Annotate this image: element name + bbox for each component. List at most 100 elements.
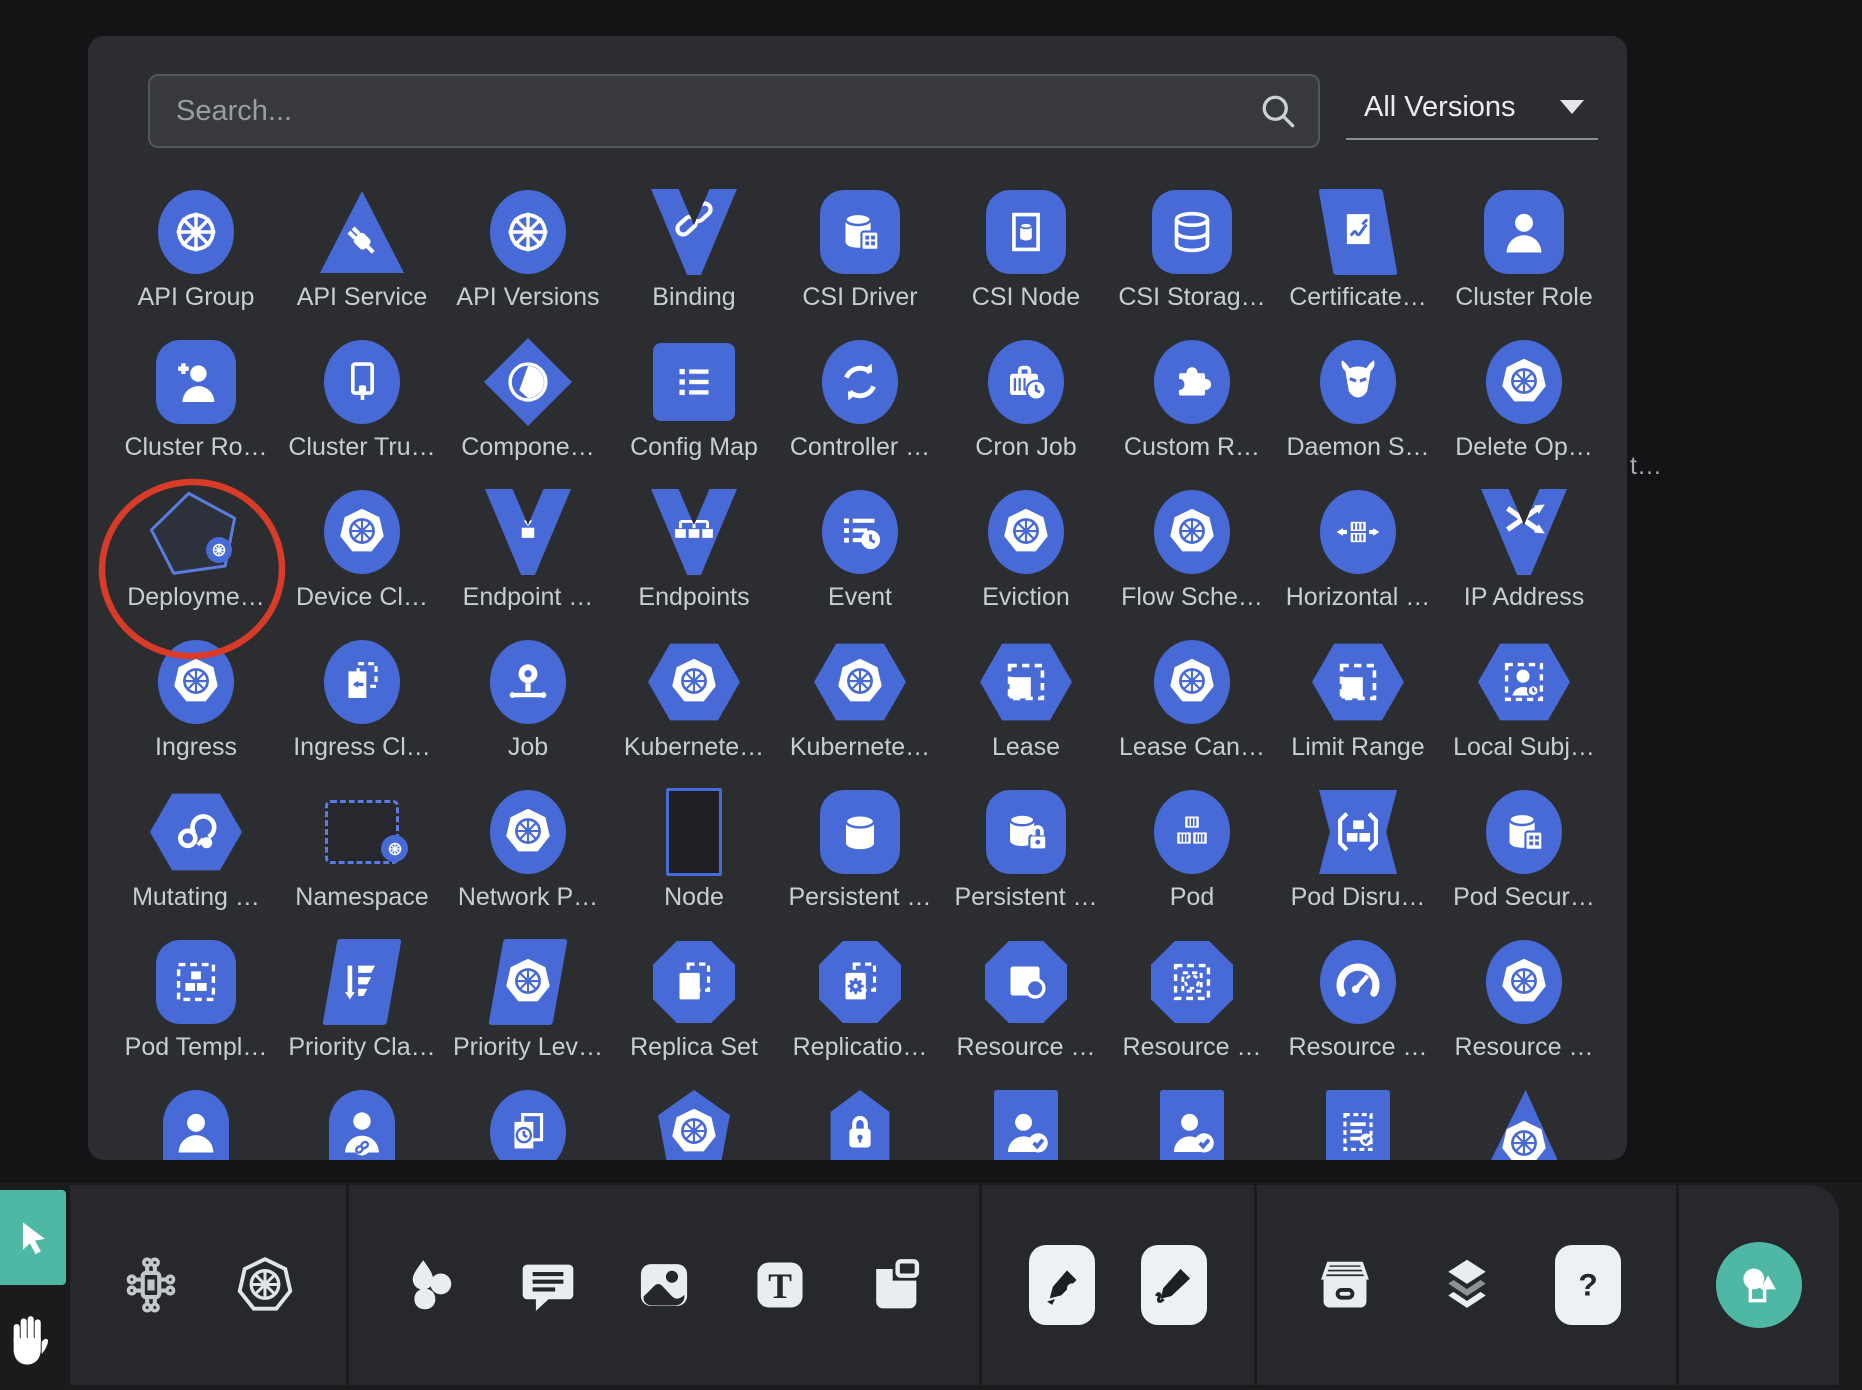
text-tool[interactable]: T (747, 1252, 813, 1318)
hand-tool[interactable] (2, 1292, 60, 1390)
library-item-ip-address[interactable]: IP Address (1441, 484, 1607, 634)
library-item-component-status[interactable]: Compone… (445, 334, 611, 484)
image-tool[interactable] (631, 1252, 697, 1318)
toolbar-group-kubernetes (70, 1185, 346, 1385)
selection-tool[interactable] (0, 1190, 66, 1285)
search-input[interactable] (148, 74, 1320, 148)
ingress-class-icon (324, 634, 400, 730)
library-item-mutating-webhook[interactable]: Mutating … (113, 784, 279, 934)
library-item-network-policy[interactable]: Network P… (445, 784, 611, 934)
library-item-kubernetes-2[interactable]: Kubernete… (777, 634, 943, 784)
library-item-ingress-class[interactable]: Ingress Cl… (279, 634, 445, 784)
lease-label: Lease (992, 734, 1060, 760)
pencil-tool[interactable] (1141, 1245, 1207, 1325)
library-item-pod-template[interactable]: Pod Templ… (113, 934, 279, 1084)
library-item-pod-disruption[interactable]: Pod Disru… (1275, 784, 1441, 934)
csi-node-icon (986, 184, 1066, 280)
library-item-local-subject-access[interactable]: Local Subj… (1441, 634, 1607, 784)
node-tool[interactable] (118, 1252, 184, 1318)
library-item-partial-4[interactable] (611, 1084, 777, 1160)
library-item-node[interactable]: Node (611, 784, 777, 934)
csi-storage-label: CSI Storag… (1118, 284, 1265, 310)
library-item-binding[interactable]: Binding (611, 184, 777, 334)
library-item-partial-7[interactable] (1109, 1084, 1275, 1160)
pod-security-label: Pod Secur… (1453, 884, 1595, 910)
library-item-cluster-trust-bundle[interactable]: Cluster Tru… (279, 334, 445, 484)
library-item-lease[interactable]: Lease (943, 634, 1109, 784)
version-filter-dropdown[interactable]: All Versions (1346, 76, 1598, 140)
mutating-webhook-icon (150, 784, 242, 880)
library-item-certificate[interactable]: Certificate… (1275, 184, 1441, 334)
library-item-resource-3[interactable]: Resource … (1275, 934, 1441, 1084)
library-item-daemon-set[interactable]: Daemon S… (1275, 334, 1441, 484)
custom-resource-label: Custom R… (1124, 434, 1260, 460)
library-item-priority-class[interactable]: Priority Cla… (279, 934, 445, 1084)
library-item-controller-revision[interactable]: Controller … (777, 334, 943, 484)
card-tool[interactable] (863, 1252, 929, 1318)
endpoints-icon (651, 484, 737, 580)
shapes-tool[interactable] (399, 1252, 465, 1318)
resource-2-icon (1151, 934, 1233, 1030)
cluster-role-binding-label: Cluster Ro… (124, 434, 267, 460)
library-item-csi-node[interactable]: CSI Node (943, 184, 1109, 334)
event-label: Event (828, 584, 892, 610)
library-item-device-class[interactable]: Device Cl… (279, 484, 445, 634)
layers-tool[interactable] (1434, 1252, 1500, 1318)
job-label: Job (508, 734, 548, 760)
library-item-api-group[interactable]: API Group (113, 184, 279, 334)
library-item-config-map[interactable]: Config Map (611, 334, 777, 484)
config-map-label: Config Map (630, 434, 758, 460)
canvas-text-fragment[interactable]: t… (1630, 452, 1662, 481)
library-item-cluster-role[interactable]: Cluster Role (1441, 184, 1607, 334)
library-item-delete-options[interactable]: Delete Op… (1441, 334, 1607, 484)
library-item-pod-security[interactable]: Pod Secur… (1441, 784, 1607, 934)
deployment-annotation-ellipse[interactable] (94, 476, 299, 671)
library-item-api-versions[interactable]: API Versions (445, 184, 611, 334)
library-item-partial-6[interactable] (943, 1084, 1109, 1160)
library-item-partial-5[interactable] (777, 1084, 943, 1160)
library-item-persistent-volume[interactable]: Persistent … (777, 784, 943, 934)
library-item-cluster-role-binding[interactable]: Cluster Ro… (113, 334, 279, 484)
pen-tool[interactable] (1029, 1245, 1095, 1325)
library-item-priority-level[interactable]: Priority Lev… (445, 934, 611, 1084)
help-tool[interactable]: ? (1555, 1245, 1621, 1325)
binding-label: Binding (652, 284, 735, 310)
library-item-pod[interactable]: Pod (1109, 784, 1275, 934)
kubernetes-library-tool[interactable] (232, 1252, 298, 1318)
library-item-api-service[interactable]: API Service (279, 184, 445, 334)
resource-4-icon (1486, 934, 1562, 1030)
api-versions-icon (490, 184, 566, 280)
priority-level-label: Priority Lev… (453, 1034, 603, 1060)
library-item-job[interactable]: Job (445, 634, 611, 784)
library-item-replication-ctrl[interactable]: Replicatio… (777, 934, 943, 1084)
library-item-resource-4[interactable]: Resource … (1441, 934, 1607, 1084)
library-item-flow-schema[interactable]: Flow Sche… (1109, 484, 1275, 634)
archive-tool[interactable] (1312, 1252, 1378, 1318)
library-item-event[interactable]: Event (777, 484, 943, 634)
library-item-replica-set[interactable]: Replica Set (611, 934, 777, 1084)
library-item-kubernetes-1[interactable]: Kubernete… (611, 634, 777, 784)
library-item-cron-job[interactable]: Cron Job (943, 334, 1109, 484)
library-item-partial-8[interactable] (1275, 1084, 1441, 1160)
library-item-resource-1[interactable]: Resource … (943, 934, 1109, 1084)
shape-picker-button[interactable] (1716, 1242, 1802, 1328)
library-item-namespace[interactable]: Namespace (279, 784, 445, 934)
library-item-persistent-claim[interactable]: Persistent … (943, 784, 1109, 934)
library-item-eviction[interactable]: Eviction (943, 484, 1109, 634)
library-item-partial-9[interactable] (1441, 1084, 1607, 1160)
library-item-partial-3[interactable] (445, 1084, 611, 1160)
library-item-partial-1[interactable] (113, 1084, 279, 1160)
library-item-horizontal-autoscaler[interactable]: Horizontal … (1275, 484, 1441, 634)
library-item-partial-2[interactable] (279, 1084, 445, 1160)
library-item-csi-storage[interactable]: CSI Storag… (1109, 184, 1275, 334)
comment-tool[interactable] (515, 1252, 581, 1318)
library-item-custom-resource[interactable]: Custom R… (1109, 334, 1275, 484)
partial-2-icon (329, 1084, 395, 1160)
library-item-endpoint-slice[interactable]: Endpoint … (445, 484, 611, 634)
library-item-lease-candidate[interactable]: Lease Can… (1109, 634, 1275, 784)
library-item-resource-2[interactable]: Resource … (1109, 934, 1275, 1084)
library-item-limit-range[interactable]: Limit Range (1275, 634, 1441, 784)
library-item-csi-driver[interactable]: CSI Driver (777, 184, 943, 334)
library-item-endpoints[interactable]: Endpoints (611, 484, 777, 634)
csi-driver-label: CSI Driver (802, 284, 917, 310)
